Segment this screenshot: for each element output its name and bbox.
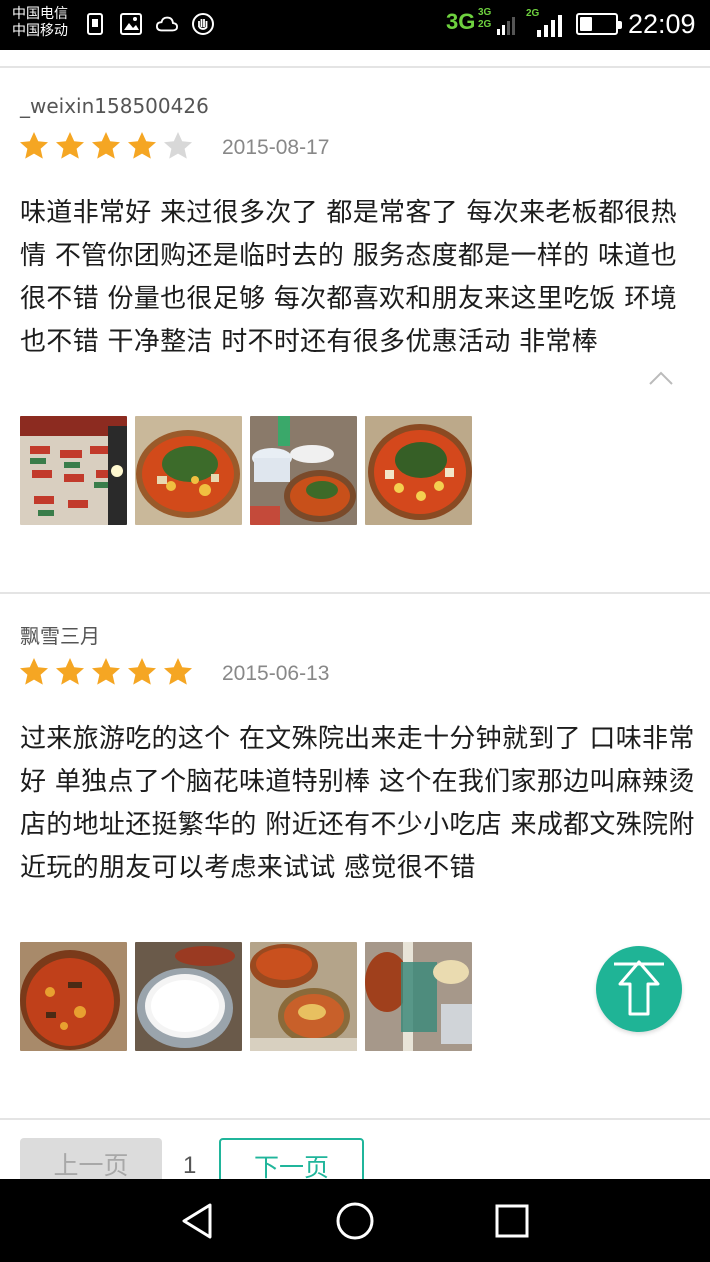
home-button[interactable] (333, 1199, 377, 1243)
review-date: 2015-06-13 (222, 662, 330, 685)
back-button[interactable] (176, 1199, 220, 1243)
divider (0, 66, 710, 68)
review-photo[interactable] (20, 942, 127, 1051)
sim-icon (84, 13, 106, 35)
star-filled-icon (128, 132, 156, 159)
clock: 22:09 (628, 9, 696, 39)
back-icon (182, 1203, 212, 1239)
network-stack-bottom: 2G (478, 19, 492, 30)
star-filled-icon (92, 132, 120, 159)
battery-level (580, 17, 592, 31)
reviews-page[interactable]: _weixin158500426 2015-08-17 味道非常好 来过很多次了… (0, 50, 710, 1179)
network-stack-label: 3G 2G (478, 7, 491, 31)
rating-stars (18, 656, 194, 688)
image-icon (120, 13, 142, 35)
rating-stars (18, 130, 194, 162)
star-filled-icon (20, 132, 48, 159)
cloud-icon (156, 13, 178, 35)
review-photo[interactable] (250, 942, 357, 1051)
star-filled-icon (56, 132, 84, 159)
pagination: 上一页 1 下一页 (0, 1118, 710, 1179)
scroll-to-top-button[interactable] (596, 946, 682, 1032)
review-username[interactable]: 飘雪三月 (20, 620, 100, 649)
recents-icon (495, 1204, 529, 1238)
review-photo[interactable] (250, 416, 357, 525)
star-filled-icon (20, 658, 48, 685)
review-photo[interactable] (135, 942, 242, 1051)
review-photo[interactable] (365, 416, 472, 525)
carrier-2: 中国移动 (12, 23, 68, 39)
review-photo[interactable] (20, 416, 127, 525)
next-page-button[interactable]: 下一页 (219, 1138, 364, 1179)
battery-icon (576, 13, 622, 35)
review-date: 2015-08-17 (222, 136, 330, 159)
collapse-icon[interactable] (648, 370, 674, 386)
review-photo[interactable] (365, 942, 472, 1051)
star-empty-icon (164, 132, 192, 159)
network-stack-top: 3G (478, 7, 492, 18)
prev-page-button[interactable]: 上一页 (20, 1138, 162, 1179)
carrier-info: 中国电信 中国移动 (12, 6, 68, 40)
review-username[interactable]: _weixin158500426 (20, 94, 209, 118)
hand-icon (192, 13, 214, 35)
review-photo[interactable] (135, 416, 242, 525)
signal-icon (496, 14, 518, 40)
system-nav-bar (0, 1179, 710, 1262)
home-icon (336, 1202, 374, 1240)
star-filled-icon (164, 658, 192, 685)
star-filled-icon (56, 658, 84, 685)
star-filled-icon (92, 658, 120, 685)
carrier-1: 中国电信 (12, 6, 68, 22)
divider (0, 592, 710, 594)
status-bar: 中国电信 中国移动 3G 3G 2G 2G 22:09 (0, 0, 710, 50)
review-text: 味道非常好 来过很多次了 都是常客了 每次来老板都很热情 不管你团购还是临时去的… (20, 198, 677, 357)
review-photos (20, 942, 472, 1051)
recents-button[interactable] (490, 1199, 534, 1243)
network-3g-label: 3G (446, 9, 476, 34)
current-page-number: 1 (183, 1152, 197, 1179)
arrow-up-icon (614, 960, 664, 1016)
star-filled-icon (128, 658, 156, 685)
review-photos (20, 416, 472, 525)
review-text: 过来旅游吃的这个 在文殊院出来走十分钟就到了 口味非常好 单独点了个脑花味道特别… (20, 724, 695, 883)
signal-icon-2 (536, 14, 564, 42)
